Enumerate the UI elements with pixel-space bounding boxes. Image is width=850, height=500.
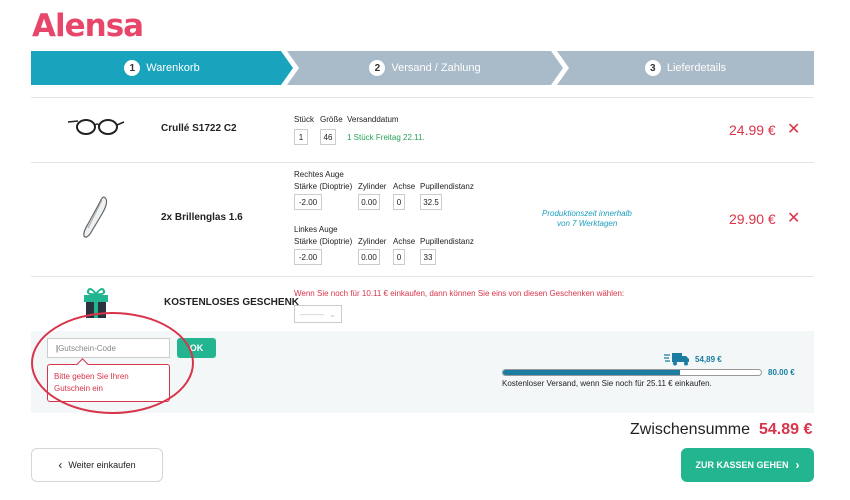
subtotal-value: 54.89 € — [759, 421, 813, 438]
chevron-left-icon: ‹ — [58, 458, 63, 472]
gift-title: KOSTENLOSES GESCHENK — [164, 297, 300, 308]
product-name[interactable]: 2x Brillenglas 1.6 — [161, 212, 243, 223]
divider — [31, 162, 814, 163]
free-shipping-note: Kostenloser Versand, wenn Sie noch für 2… — [502, 379, 712, 388]
divider — [31, 276, 814, 277]
step-label: Versand / Zahlung — [391, 62, 481, 74]
subtotal-label: Zwischensumme — [630, 421, 751, 438]
left-eye-label: Linkes Auge — [294, 225, 338, 234]
glasses-frame-image — [67, 119, 125, 135]
production-time-2: von 7 Werktagen — [557, 219, 618, 228]
cylinder-header: Zylinder — [358, 182, 387, 191]
alensa-logo[interactable]: Alensa — [32, 8, 144, 44]
power-header: Stärke (Dioptrie) — [294, 182, 353, 191]
checkout-button[interactable]: ZUR KASSEN GEHEN › — [681, 448, 814, 482]
divider — [31, 97, 814, 98]
step-number: 2 — [369, 60, 386, 76]
step-number: 3 — [644, 60, 661, 76]
progress-fill — [503, 370, 680, 375]
gift-message: Wenn Sie noch für 10.11 € einkaufen, dan… — [294, 289, 625, 298]
step-label: Warenkorb — [146, 62, 200, 74]
remove-item-button[interactable]: ✕ — [787, 122, 800, 138]
step-number: 1 — [124, 60, 141, 76]
current-total: 54,89 € — [695, 355, 722, 364]
step-cart: 1 Warenkorb — [31, 51, 293, 85]
cylinder-header: Zylinder — [358, 237, 387, 246]
left-power-field: -2.00 — [294, 249, 322, 265]
item-price: 24.99 € — [729, 122, 776, 138]
right-eye-label: Rechtes Auge — [294, 170, 344, 179]
right-power-field: -2.00 — [294, 194, 322, 210]
checkout-steps: 1 Warenkorb 2 Versand / Zahlung 3 Liefer… — [31, 51, 814, 85]
product-name[interactable]: Crullé S1722 C2 — [161, 123, 237, 134]
pd-header: Pupillendistanz — [420, 182, 474, 191]
left-pd-field: 33 — [420, 249, 436, 265]
left-axis-field: 0 — [393, 249, 405, 265]
remove-item-button[interactable]: ✕ — [787, 211, 800, 227]
chevron-right-icon: › — [795, 458, 800, 472]
gift-select[interactable]: ——— ⌄ — [294, 305, 342, 323]
item-price: 29.90 € — [729, 211, 776, 227]
highlight-circle — [31, 312, 194, 414]
ship-date-header: Versanddatum — [347, 115, 399, 124]
checkout-label: ZUR KASSEN GEHEN — [695, 460, 789, 470]
chevron-down-icon: ⌄ — [329, 309, 336, 319]
right-axis-field: 0 — [393, 194, 405, 210]
production-time: Produktionszeit innerhalb — [542, 209, 632, 218]
continue-shopping-label: Weiter einkaufen — [68, 460, 136, 470]
ship-date: 1 Stück Freitag 22.11. — [347, 133, 425, 142]
pd-header: Pupillendistanz — [420, 237, 474, 246]
free-shipping-threshold: 80.00 € — [768, 368, 795, 377]
power-header: Stärke (Dioptrie) — [294, 237, 353, 246]
step-label: Lieferdetails — [666, 62, 727, 74]
size-field: 46 — [320, 129, 336, 145]
axis-header: Achse — [393, 237, 416, 246]
step-delivery-details[interactable]: 3 Lieferdetails — [557, 51, 814, 85]
left-cylinder-field: 0.00 — [358, 249, 380, 265]
step-shipping-payment[interactable]: 2 Versand / Zahlung — [287, 51, 563, 85]
qty-header: Stück — [294, 115, 315, 124]
gift-select-value: ——— — [300, 309, 324, 319]
delivery-truck-icon — [664, 353, 689, 366]
free-shipping-progress — [502, 369, 762, 376]
qty-field[interactable]: 1 — [294, 129, 308, 145]
axis-header: Achse — [393, 182, 416, 191]
right-cylinder-field: 0.00 — [358, 194, 380, 210]
right-pd-field: 32.5 — [420, 194, 442, 210]
lens-image — [83, 196, 108, 238]
size-header: Größe — [320, 115, 343, 124]
continue-shopping-button[interactable]: ‹ Weiter einkaufen — [31, 448, 163, 482]
